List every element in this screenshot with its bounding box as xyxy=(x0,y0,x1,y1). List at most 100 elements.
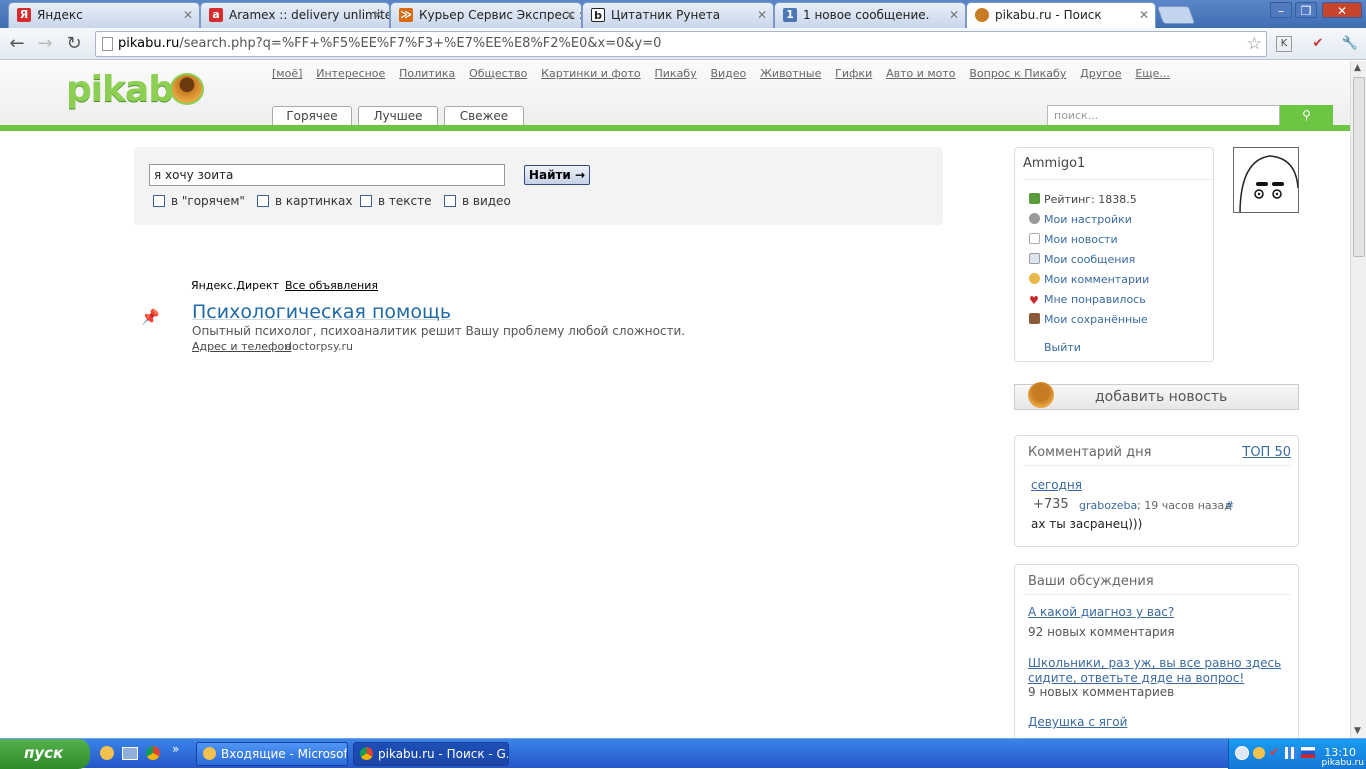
outlook-quicklaunch-icon[interactable] xyxy=(100,746,114,760)
chrome-quicklaunch-icon[interactable] xyxy=(146,746,160,760)
nav-other[interactable]: Другое xyxy=(1080,67,1121,80)
avatar-face-icon xyxy=(1239,155,1298,212)
close-window-button[interactable]: ✕ xyxy=(1322,2,1362,18)
all-ads-link[interactable]: Все объявления xyxy=(285,279,378,292)
comment-icon xyxy=(1029,273,1040,284)
option-hot-checkbox[interactable]: в "горячем" xyxy=(153,194,245,210)
nav-mine[interactable]: [моё] xyxy=(272,67,302,80)
nav-pictures[interactable]: Картинки и фото xyxy=(541,67,641,80)
page-scrollbar[interactable]: ▲ ▼ xyxy=(1350,61,1366,738)
scrollbar-thumb[interactable] xyxy=(1353,77,1365,257)
url-path: /search.php?q=%FF+%F5%EE%F7%F3+%E7%EE%E8… xyxy=(179,36,662,51)
ad-title-link[interactable]: Психологическая помощь xyxy=(192,301,451,323)
address-bar[interactable]: pikabu.ru/search.php?q=%FF+%F5%EE%F7%F3+… xyxy=(95,31,1267,57)
nav-video[interactable]: Видео xyxy=(710,67,746,80)
reload-icon[interactable]: ↻ xyxy=(62,32,86,56)
task-outlook[interactable]: Входящие - Microsof... xyxy=(196,742,348,766)
site-search-input[interactable]: поиск... xyxy=(1047,105,1280,126)
site-search-button[interactable]: ⚲ xyxy=(1280,105,1333,126)
menu-settings[interactable]: Мои настройки xyxy=(1029,213,1132,226)
nav-question[interactable]: Вопрос к Пикабу xyxy=(969,67,1066,80)
chrome-icon xyxy=(360,747,373,760)
tab-yandex[interactable]: Я Яндекс ✕ xyxy=(8,2,200,28)
tray-antivirus-icon[interactable]: ✔ xyxy=(1269,745,1279,759)
floppy-icon xyxy=(1029,313,1040,324)
task-label: Входящие - Microsof... xyxy=(221,747,348,761)
extension-k-icon[interactable]: K xyxy=(1276,36,1292,52)
menu-liked[interactable]: ♥ Мне понравилось xyxy=(1029,293,1146,306)
tab-courier[interactable]: ≫ Курьер Сервис Экспресс : С ✕ xyxy=(390,2,582,28)
tab-pikabu[interactable]: pikabu.ru - Поиск ✕ xyxy=(966,2,1156,28)
tab-fresh[interactable]: Свежее xyxy=(444,106,524,125)
close-icon[interactable]: ✕ xyxy=(565,3,575,27)
close-icon[interactable]: ✕ xyxy=(1139,3,1149,27)
option-text-checkbox[interactable]: в тексте xyxy=(360,194,431,210)
tab-messages[interactable]: 1 1 новое сообщение. ✕ xyxy=(774,2,966,28)
nav-politics[interactable]: Политика xyxy=(399,67,455,80)
task-chrome[interactable]: pikabu.ru - Поиск - G... xyxy=(353,742,509,766)
new-tab-button[interactable] xyxy=(1156,6,1196,24)
chart-icon xyxy=(1029,193,1040,204)
menu-comments[interactable]: Мои комментарии xyxy=(1029,273,1149,286)
start-button[interactable]: пуск xyxy=(0,739,90,769)
scroll-down-icon[interactable]: ▼ xyxy=(1354,726,1361,736)
tray-outlook-icon[interactable] xyxy=(1253,747,1265,759)
menu-messages[interactable]: Мои сообщения xyxy=(1029,253,1135,266)
username[interactable]: Ammigo1 xyxy=(1023,156,1085,171)
menu-saved[interactable]: Мои сохранённые xyxy=(1029,313,1148,326)
close-icon[interactable]: ✕ xyxy=(949,3,959,27)
desktop-quicklaunch-icon[interactable] xyxy=(122,747,138,760)
tab-bash[interactable]: b Цитатник Рунета ✕ xyxy=(582,2,774,28)
bookmark-star-icon[interactable]: ☆ xyxy=(1247,32,1262,56)
search-submit-button[interactable]: Найти → xyxy=(524,165,590,185)
discussion-link[interactable]: Школьники, раз уж, вы все равно здесь си… xyxy=(1028,656,1288,686)
top50-link[interactable]: ТОП 50 xyxy=(1242,445,1291,460)
gear-icon xyxy=(1029,213,1040,224)
tray-expand-icon[interactable] xyxy=(1235,746,1249,760)
search-query-input[interactable]: я хочу зоита xyxy=(149,164,505,186)
avatar[interactable] xyxy=(1233,147,1299,213)
period-link[interactable]: сегодня xyxy=(1031,478,1082,492)
menu-news[interactable]: Мои новости xyxy=(1029,233,1118,246)
option-video-checkbox[interactable]: в видео xyxy=(444,194,511,210)
option-label: в видео xyxy=(462,194,511,208)
nav-interesting[interactable]: Интересное xyxy=(316,67,385,80)
more-icon[interactable]: » xyxy=(172,742,179,756)
close-icon[interactable]: ✕ xyxy=(373,3,383,27)
forward-icon[interactable]: → xyxy=(33,32,57,56)
comment-author-link[interactable]: grabozeba xyxy=(1079,499,1137,512)
tab-aramex[interactable]: a Aramex :: delivery unlimited : ✕ xyxy=(200,2,390,28)
close-icon[interactable]: ✕ xyxy=(757,3,767,27)
tab-best[interactable]: Лучшее xyxy=(358,106,438,125)
tray-network-icon[interactable] xyxy=(1285,747,1297,759)
divider xyxy=(1023,594,1291,595)
comment-permalink[interactable]: # xyxy=(1225,499,1234,512)
back-icon[interactable]: ← xyxy=(5,32,29,56)
checkbox-icon xyxy=(444,195,456,207)
minimize-button[interactable]: – xyxy=(1270,2,1292,18)
scroll-up-icon[interactable]: ▲ xyxy=(1354,63,1361,73)
nav-gifs[interactable]: Гифки xyxy=(835,67,872,80)
discussion-link[interactable]: Девушка с ягой xyxy=(1028,715,1127,729)
extension-red-icon[interactable]: ✔ xyxy=(1308,34,1328,54)
page-icon xyxy=(102,37,113,51)
logout-link[interactable]: Выйти xyxy=(1044,341,1081,354)
option-pictures-checkbox[interactable]: в картинках xyxy=(257,194,352,210)
nav-society[interactable]: Общество xyxy=(469,67,527,80)
nav-auto[interactable]: Авто и мото xyxy=(886,67,955,80)
add-news-button[interactable]: добавить новость xyxy=(1014,384,1299,410)
discussion-link[interactable]: А какой диагноз у вас? xyxy=(1028,605,1288,619)
outlook-icon xyxy=(203,747,216,760)
checkbox-icon xyxy=(153,195,165,207)
nav-animals[interactable]: Животные xyxy=(760,67,821,80)
maximize-button[interactable]: ❐ xyxy=(1295,2,1317,18)
nav-more[interactable]: Еще... xyxy=(1135,67,1170,80)
ad-address-link[interactable]: Адрес и телефон xyxy=(192,340,291,353)
wrench-icon[interactable]: 🔧 xyxy=(1340,34,1360,54)
tray-language-icon[interactable] xyxy=(1301,747,1315,758)
nav-pikabu[interactable]: Пикабу xyxy=(655,67,697,80)
windows-taskbar: пуск » Входящие - Microsof... pikabu.ru … xyxy=(0,738,1366,769)
tab-hot[interactable]: Горячее xyxy=(272,106,352,125)
close-icon[interactable]: ✕ xyxy=(183,3,193,27)
option-label: в "горячем" xyxy=(171,194,245,208)
